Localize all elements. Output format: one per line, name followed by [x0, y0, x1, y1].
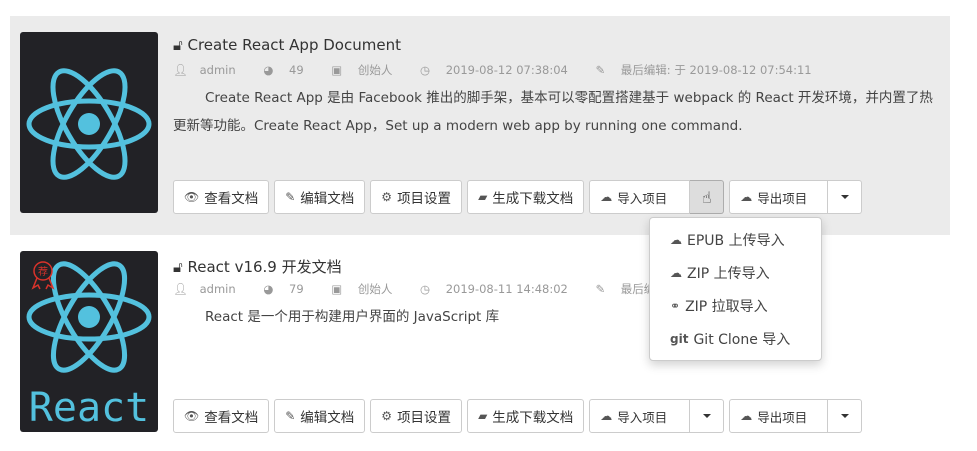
export-group: ☁ 导出项目 — [729, 399, 863, 433]
edit-doc-button[interactable]: ✎ 编辑文档 — [274, 399, 366, 433]
react-logo-icon: 荐 React — [26, 261, 152, 431]
cloud-download-icon: ☁ — [740, 409, 753, 423]
caret-down-icon — [840, 195, 849, 199]
import-dropdown-toggle[interactable]: ☝ — [690, 180, 725, 214]
import-button[interactable]: ☁ 导入项目 — [589, 180, 691, 214]
view-doc-button[interactable]: 👁︎ 查看文档 — [173, 399, 270, 433]
import-group: ☁ 导入项目 — [589, 399, 725, 433]
react-logo-icon — [26, 68, 152, 180]
export-button[interactable]: ☁ 导出项目 — [729, 180, 829, 214]
unlock-icon: 🔓︎ — [173, 258, 188, 276]
import-dropdown-toggle[interactable] — [690, 399, 725, 433]
project-row: 🔓︎ Create React App Document 👤︎ admin ◕ 4… — [10, 16, 950, 235]
pie-chart-icon: ◕ — [263, 282, 278, 296]
git-icon: git — [670, 331, 689, 346]
cloud-upload-icon: ☁ — [600, 190, 613, 204]
export-dropdown-toggle[interactable] — [828, 180, 863, 214]
recommend-badge-icon: 荐 — [31, 261, 55, 290]
project-meta: 👤︎ admin ◕ 49 ▣ 创始人 ◷ 2019-08-12 07:38:04… — [173, 63, 812, 77]
cloud-upload-icon: ☁ — [670, 265, 682, 280]
export-group: ☁ 导出项目 — [729, 180, 863, 214]
link-icon: ⚭ — [670, 298, 681, 313]
view-doc-button[interactable]: 👁︎ 查看文档 — [173, 180, 270, 214]
cloud-upload-icon: ☁ — [670, 232, 682, 247]
role-icon: ▣ — [331, 63, 346, 77]
import-button[interactable]: ☁ 导入项目 — [589, 399, 691, 433]
menu-item-zip-upload[interactable]: ☁ ZIP 上传导入 — [650, 256, 821, 289]
role-icon: ▣ — [331, 282, 346, 296]
unlock-icon: 🔓︎ — [173, 36, 188, 54]
project-title[interactable]: 🔓︎ Create React App Document — [173, 36, 401, 54]
hand-pointer-icon: ☝ — [701, 187, 712, 207]
clock-icon: ◷ — [420, 282, 434, 296]
project-actions: 👁︎ 查看文档 ✎ 编辑文档 ⚙ 项目设置 ▰ 生成下载文档 ☁ 导入项目 ☁ 导出项目 — [173, 399, 863, 433]
gears-icon: ⚙ — [381, 409, 393, 423]
project-description: Create React App 是由 Facebook 推出的脚手架，基本可以… — [173, 90, 933, 134]
user-icon: 👤︎ — [173, 63, 188, 77]
svg-text:荐: 荐 — [38, 266, 48, 278]
clock-icon: ◷ — [420, 63, 434, 77]
edit-doc-button[interactable]: ✎ 编辑文档 — [274, 180, 366, 214]
project-cover[interactable]: 荐 React — [20, 251, 158, 432]
cloud-upload-icon: ☁ — [600, 409, 613, 423]
import-group: ☁ 导入项目 ☝ — [589, 180, 725, 214]
svg-text:React: React — [29, 385, 149, 431]
menu-item-epub-upload[interactable]: ☁ EPUB 上传导入 — [650, 223, 821, 256]
pie-chart-icon: ◕ — [263, 63, 278, 77]
edit-icon: ✎ — [285, 190, 296, 204]
caret-down-icon — [702, 414, 711, 418]
eye-icon: 👁︎ — [184, 190, 200, 204]
caret-down-icon — [840, 414, 849, 418]
project-title[interactable]: 🔓︎ React v16.9 开发文档 — [173, 256, 342, 277]
menu-item-zip-pull[interactable]: ⚭ ZIP 拉取导入 — [650, 289, 821, 322]
book-icon: ▰ — [478, 409, 488, 423]
book-icon: ▰ — [478, 190, 488, 204]
pencil-icon: ✎ — [595, 63, 609, 77]
generate-download-button[interactable]: ▰ 生成下载文档 — [467, 399, 585, 433]
menu-item-git-clone[interactable]: git Git Clone 导入 — [650, 322, 821, 355]
cloud-download-icon: ☁ — [740, 190, 753, 204]
project-cover[interactable] — [20, 32, 158, 213]
export-button[interactable]: ☁ 导出项目 — [729, 399, 829, 433]
edit-icon: ✎ — [285, 409, 296, 423]
user-icon: 👤︎ — [173, 282, 188, 296]
project-settings-button[interactable]: ⚙ 项目设置 — [370, 399, 463, 433]
project-actions: 👁︎ 查看文档 ✎ 编辑文档 ⚙ 项目设置 ▰ 生成下载文档 ☁ 导入项目 ☝ ☁ 导出项目 — [173, 180, 863, 214]
generate-download-button[interactable]: ▰ 生成下载文档 — [467, 180, 585, 214]
export-dropdown-toggle[interactable] — [828, 399, 863, 433]
project-description: React 是一个用于构建用户界面的 JavaScript 库 — [205, 309, 500, 325]
project-settings-button[interactable]: ⚙ 项目设置 — [370, 180, 463, 214]
eye-icon: 👁︎ — [184, 409, 200, 423]
import-dropdown-menu: ☁ EPUB 上传导入 ☁ ZIP 上传导入 ⚭ ZIP 拉取导入 git Git Cl… — [649, 217, 822, 361]
gears-icon: ⚙ — [381, 190, 393, 204]
pencil-icon: ✎ — [595, 282, 609, 296]
